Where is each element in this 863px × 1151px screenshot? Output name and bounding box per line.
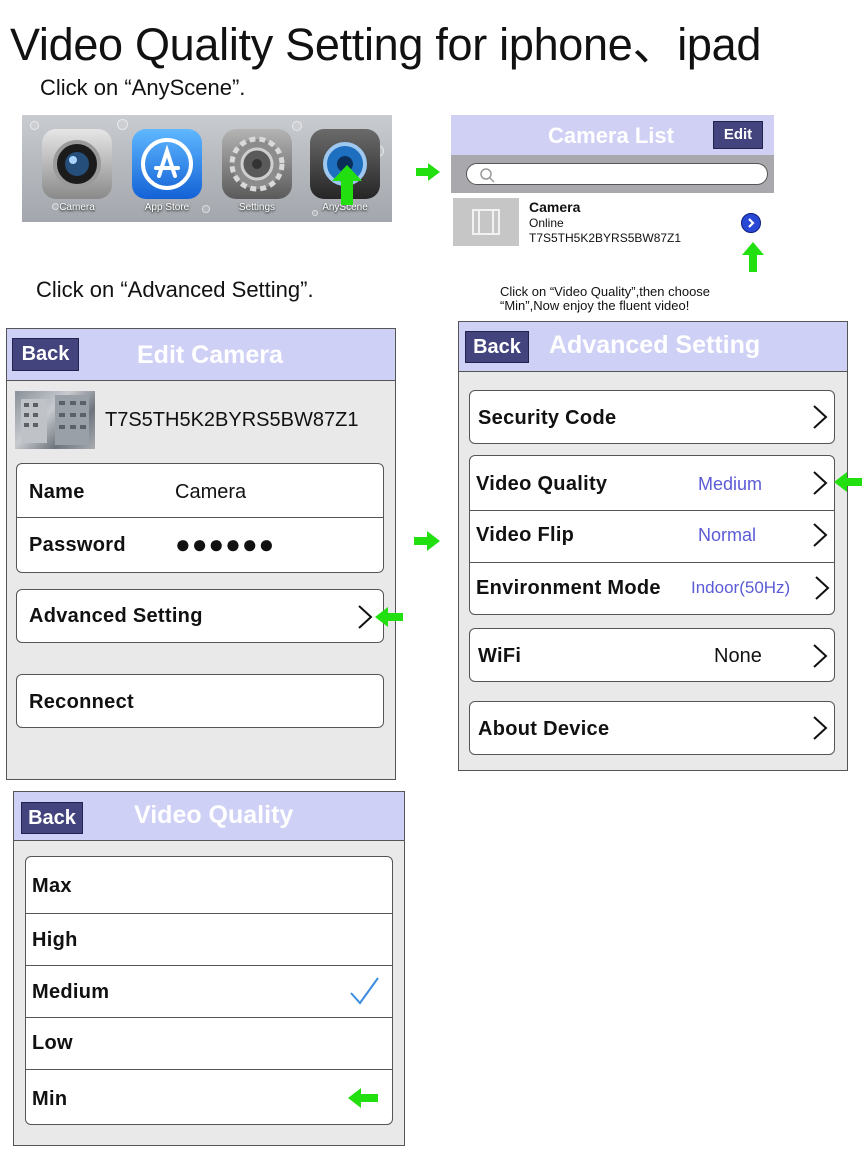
security-code-label: Security Code <box>478 407 617 429</box>
reconnect-row[interactable]: Reconnect <box>16 674 384 728</box>
about-device-row[interactable]: About Device <box>469 701 835 755</box>
option-max[interactable]: Max <box>26 857 392 913</box>
camera-thumbnail <box>453 198 519 246</box>
app-settings[interactable] <box>222 129 292 199</box>
option-low[interactable]: Low <box>26 1017 392 1069</box>
option-high[interactable]: High <box>26 913 392 965</box>
name-field[interactable]: Camera <box>175 481 246 504</box>
video-flip-value: Normal <box>698 525 757 545</box>
option-label: High <box>32 929 78 951</box>
video-quality-screen: Back Video Quality Max High Medium Low M… <box>13 791 405 1146</box>
film-icon <box>472 209 500 235</box>
back-button[interactable]: Back <box>465 331 529 363</box>
advanced-setting-row[interactable]: Advanced Setting <box>16 589 384 643</box>
back-button[interactable]: Back <box>21 802 83 834</box>
chevron-right-icon <box>358 605 373 629</box>
green-arrow-left-icon <box>834 472 862 492</box>
step-3-instruction-line-1: Click on “Video Quality”,then choose <box>500 284 711 299</box>
video-quality-value: Medium <box>698 474 763 494</box>
edit-camera-navbar: Back Edit Camera <box>7 329 395 381</box>
video-quality-title: Video Quality <box>134 801 294 829</box>
detail-disclosure-button[interactable] <box>741 213 761 233</box>
option-label: Min <box>32 1088 68 1110</box>
chevron-right-icon <box>813 471 828 495</box>
gear-icon <box>229 136 285 192</box>
camera-list-navbar: Camera List Edit <box>451 115 774 155</box>
option-label: Medium <box>32 981 110 1003</box>
home-screen: Camera App Store Settings AnyScene <box>22 115 392 222</box>
search-bar <box>451 155 774 193</box>
advanced-setting-title: Advanced Setting <box>549 331 761 359</box>
chevron-right-icon <box>813 644 828 668</box>
app-camera[interactable] <box>42 129 112 199</box>
green-arrow-up-icon <box>742 242 764 272</box>
name-row[interactable]: Name Camera <box>17 464 383 518</box>
app-label-app-store: App Store <box>144 202 190 213</box>
green-arrow-left-icon <box>375 607 403 627</box>
checkmark-icon <box>350 977 379 1005</box>
green-arrow-up-icon <box>332 165 362 205</box>
camera-icon <box>53 140 101 188</box>
camera-list-screen: Camera List Edit Camera Online T7S5TH5K2… <box>451 115 774 250</box>
edit-camera-screen: Back Edit Camera T7S5TH5K2BYRS5BW87Z1 Na… <box>6 328 396 780</box>
search-icon <box>480 168 495 183</box>
building-image <box>21 395 89 445</box>
wifi-label: WiFi <box>478 645 522 667</box>
environment-mode-row[interactable]: Environment Mode Indoor(50Hz) <box>470 562 834 615</box>
camera-status: Online <box>529 216 564 230</box>
chevron-right-icon <box>813 523 828 547</box>
password-label: Password <box>29 534 126 556</box>
app-app-store[interactable] <box>132 129 202 199</box>
page-title: Video Quality Setting for iphone、ipad <box>10 19 762 70</box>
environment-mode-label: Environment Mode <box>476 577 661 599</box>
option-medium[interactable]: Medium <box>26 965 392 1017</box>
option-label: Max <box>32 875 72 897</box>
environment-mode-value: Indoor(50Hz) <box>691 578 791 597</box>
quality-options-group: Max High Medium Low Min <box>25 856 393 1125</box>
video-settings-group: Video Quality Medium Video Flip Normal E… <box>469 455 835 615</box>
app-label-settings: Settings <box>238 202 276 213</box>
advanced-setting-label: Advanced Setting <box>29 605 203 627</box>
camera-uid-label: T7S5TH5K2BYRS5BW87Z1 <box>105 409 359 431</box>
green-arrow-right-icon <box>414 531 440 551</box>
chevron-right-icon <box>813 716 828 740</box>
reconnect-label: Reconnect <box>29 691 134 713</box>
edit-camera-title: Edit Camera <box>137 341 283 369</box>
wifi-row[interactable]: WiFi None <box>469 628 835 682</box>
video-flip-row[interactable]: Video Flip Normal <box>470 510 834 562</box>
advanced-setting-screen: Back Advanced Setting Security Code Vide… <box>458 321 848 771</box>
camera-name[interactable]: Camera <box>529 199 580 215</box>
password-row[interactable]: Password ●●●●●● <box>17 517 383 573</box>
video-flip-label: Video Flip <box>476 524 575 546</box>
step-1-instruction: Click on “AnyScene”. <box>40 75 246 100</box>
step-3-instruction-line-2: “Min”,Now enjoy the fluent video! <box>500 298 690 313</box>
app-store-icon <box>141 138 193 190</box>
search-input[interactable] <box>466 163 768 185</box>
option-label: Low <box>32 1032 73 1054</box>
edit-button[interactable]: Edit <box>713 121 763 149</box>
app-label-camera: Camera <box>59 202 95 213</box>
step-2-instruction: Click on “Advanced Setting”. <box>36 277 314 302</box>
chevron-right-icon <box>815 576 830 600</box>
green-arrow-left-icon <box>348 1088 378 1108</box>
advanced-setting-navbar: Back Advanced Setting <box>459 322 847 372</box>
camera-preview-thumbnail <box>15 391 95 449</box>
video-quality-label: Video Quality <box>476 473 608 495</box>
chevron-right-icon <box>813 405 828 429</box>
camera-uid: T7S5TH5K2BYRS5BW87Z1 <box>529 231 682 245</box>
back-button[interactable]: Back <box>12 338 79 371</box>
camera-list-title: Camera List <box>548 123 674 148</box>
password-field[interactable]: ●●●●●● <box>175 529 275 560</box>
chevron-right-icon <box>748 218 755 228</box>
name-label: Name <box>29 481 85 503</box>
wifi-value: None <box>714 645 762 667</box>
video-quality-navbar: Back Video Quality <box>14 792 404 841</box>
security-code-row[interactable]: Security Code <box>469 390 835 444</box>
camera-fields-group: Name Camera Password ●●●●●● <box>16 463 384 573</box>
about-device-label: About Device <box>478 718 610 740</box>
green-arrow-right-icon <box>416 163 440 181</box>
option-min[interactable]: Min <box>26 1069 392 1125</box>
video-quality-row[interactable]: Video Quality Medium <box>470 456 834 510</box>
